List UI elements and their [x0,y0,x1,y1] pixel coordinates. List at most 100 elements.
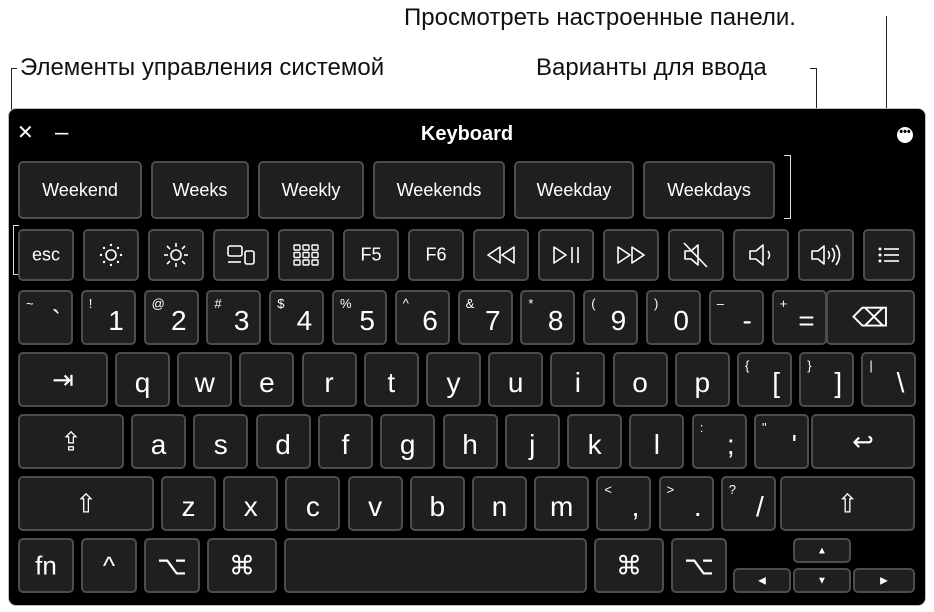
key-number_row-1[interactable]: ! 1 [80,290,136,345]
key-row_z-3[interactable]: v [347,476,403,531]
volume-up-key[interactable] [798,229,854,281]
suggestion-chip[interactable]: Weekly [258,161,364,219]
fast-forward-key[interactable] [603,229,659,281]
key-row_z-2[interactable]: c [285,476,341,531]
key-row_z-8[interactable]: >. [658,476,714,531]
key-char: 5 [359,305,375,336]
key-number_row-3[interactable]: #3 [206,290,262,345]
fast-forward-icon [605,245,657,265]
arrow-down-key[interactable]: ▼ [793,568,851,593]
suggestion-chip[interactable]: Weeks [151,161,249,219]
mission-control-icon [215,244,267,266]
custom-panels-key[interactable] [863,229,915,281]
key-row_a-10[interactable]: " ' [754,414,809,469]
space-bar[interactable] [284,538,587,593]
key-number_row-10[interactable]: ) 0 [646,290,701,345]
key-row_q-11[interactable]: }] [799,352,855,407]
key-row_a-7[interactable]: k [567,414,623,469]
key-row_z-7[interactable]: <, [596,476,652,531]
key-row_q-0[interactable]: q [115,352,170,407]
key-number_row-0[interactable]: ~ ` [18,290,73,345]
key-row_q-12[interactable]: | \ [861,352,917,407]
arrow-up-key[interactable]: ▲ [793,538,851,563]
key-char: 8 [547,305,564,336]
key-number_row-5[interactable]: % 5 [332,290,387,345]
key-row_q-10[interactable]: {[ [737,352,792,407]
delete-key[interactable]: ⌫ [826,290,915,345]
key-number_row-8[interactable]: * 8 [520,290,576,345]
key-number_row-7[interactable]: & 7 [457,290,513,345]
mission-control-key[interactable] [213,229,269,281]
key-row_a-6[interactable]: j [504,414,560,469]
key-row_a-0[interactable]: a [131,414,186,469]
key-row_z-6[interactable]: m [534,476,590,531]
key-row_a-3[interactable]: f [317,414,373,469]
right-command-key[interactable]: ⌘ [594,538,664,593]
key-row_a-9[interactable]: :; [691,414,747,469]
key-row_q-1[interactable]: w [177,352,233,407]
delete-icon: ⌫ [852,302,889,332]
command-icon: ⌘ [229,550,255,580]
key-row_z-9[interactable]: ? / [720,476,776,531]
arrow-right-key[interactable]: ▶ [853,568,915,593]
right-option-key[interactable]: ⌥ [671,538,727,593]
key-row_q-7[interactable]: i [550,352,606,407]
key-row_q-5[interactable]: y [426,352,481,407]
system-controls-callout: Элементы управления системой [20,54,385,81]
more-options-icon[interactable]: ••• [897,127,913,143]
key-row_q-3[interactable]: r [301,352,357,407]
key-number_row-12[interactable]: + = [771,290,827,345]
key-number_row-4[interactable]: $4 [269,290,325,345]
key-row_z-1[interactable]: x [223,476,279,531]
suggestion-chip[interactable]: Weekends [373,161,505,219]
left-shift-key[interactable]: ⇧ [18,476,154,531]
key-row_q-2[interactable]: e [239,352,295,407]
key-row_a-8[interactable]: l [629,414,685,469]
key-row_q-9[interactable]: p [674,352,730,407]
key-number_row-9[interactable]: (9 [583,290,639,345]
suggestion-chip[interactable]: Weekday [514,161,634,219]
arrow-left-key[interactable]: ◀ [733,568,791,593]
f6-key[interactable]: F6 [408,229,464,281]
key-row_a-5[interactable]: h [442,414,498,469]
arrow-left-icon: ◀ [758,575,766,586]
key-row_a-2[interactable]: d [255,414,311,469]
key-char: k [587,429,602,460]
key-row_z-0[interactable]: z [161,476,216,531]
suggestion-chip[interactable]: Weekend [18,161,142,219]
suggestion-chip[interactable]: Weekdays [643,161,775,219]
rewind-key[interactable] [473,229,529,281]
key-char: 0 [673,305,689,336]
volume-down-key[interactable] [733,229,789,281]
play-pause-key[interactable] [538,229,594,281]
key-number_row-6[interactable]: ^ 6 [394,290,450,345]
return-key[interactable]: ↩ [811,414,915,469]
f5-key[interactable]: F5 [343,229,399,281]
brightness-up-key[interactable] [148,229,204,281]
left-command-key[interactable]: ⌘ [207,538,277,593]
key-row_q-6[interactable]: u [488,352,544,407]
key-shift-char: ! [88,296,93,311]
key-row_z-4[interactable]: b [409,476,465,531]
mute-key[interactable] [668,229,724,281]
esc-key[interactable]: esc [18,229,74,281]
key-row_q-4[interactable]: t [363,352,419,407]
caps-lock-key[interactable]: ⇪ [18,414,124,469]
key-char: ' [791,429,797,460]
key-row_a-1[interactable]: s [193,414,249,469]
command-icon: ⌘ [616,550,642,580]
launchpad-key[interactable] [278,229,334,281]
right-shift-key[interactable]: ⇧ [780,476,915,531]
key-number_row-11[interactable]: – - [708,290,764,345]
option-icon: ⌥ [157,550,187,580]
key-row_q-8[interactable]: o [612,352,668,407]
key-row_z-5[interactable]: n [472,476,527,531]
control-key[interactable]: ^ [81,538,137,593]
key-row_a-4[interactable]: g [380,414,436,469]
fn-key[interactable]: fn [18,538,74,593]
brightness-down-key[interactable] [83,229,139,281]
key-number_row-2[interactable]: @2 [143,290,199,345]
left-option-key[interactable]: ⌥ [144,538,200,593]
tab-key[interactable]: ⇥ [18,352,108,407]
key-shift-char: ) [654,296,659,311]
